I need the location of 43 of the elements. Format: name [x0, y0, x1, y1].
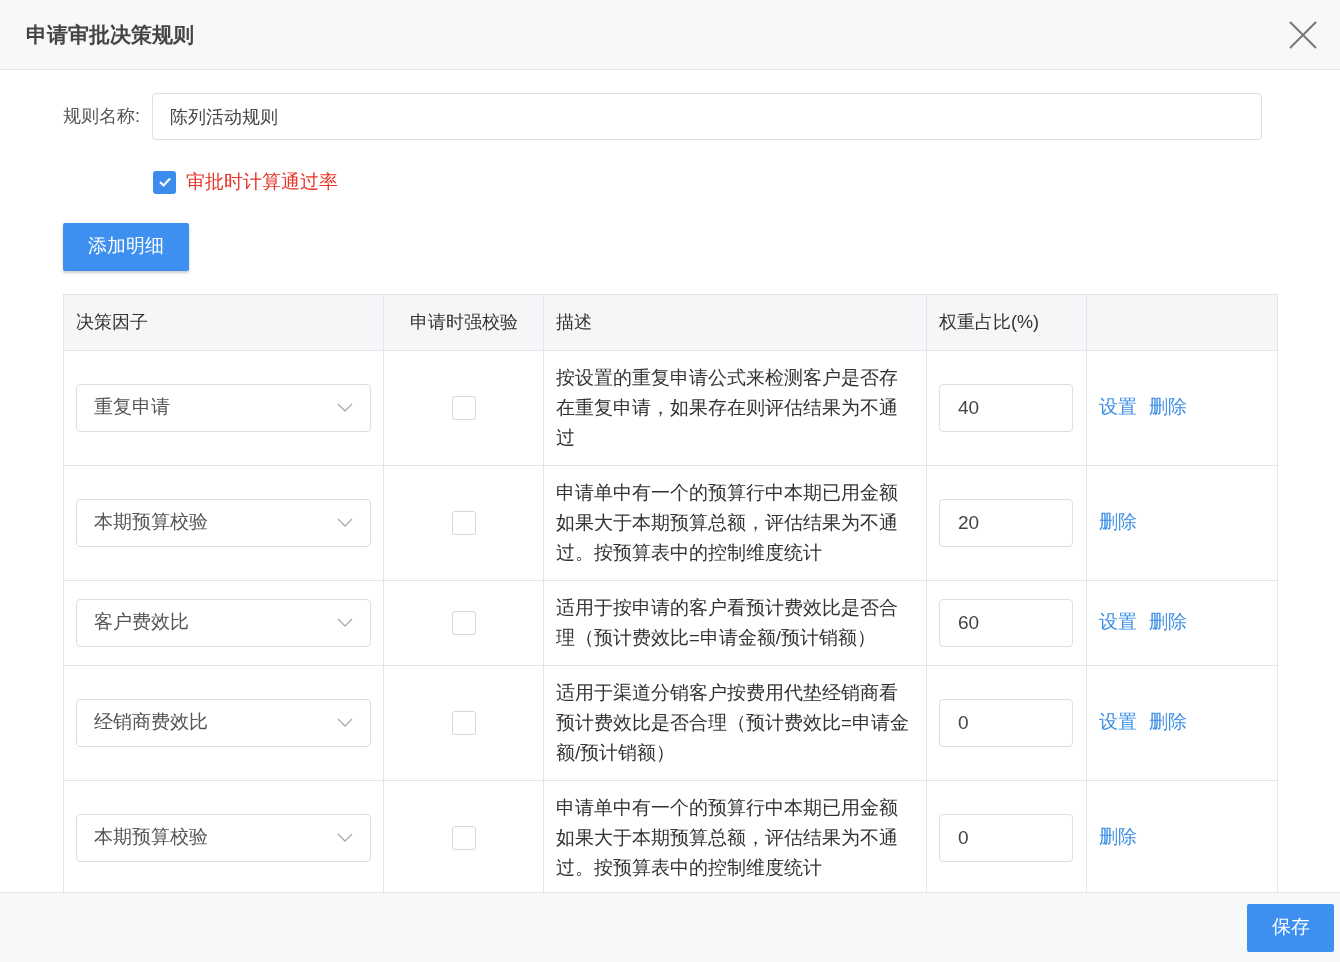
action-link[interactable]: 删除: [1099, 823, 1137, 852]
column-header: 权重占比(%): [926, 294, 1087, 350]
close-icon[interactable]: [1288, 19, 1318, 50]
chevron-down-icon: [337, 517, 353, 528]
column-header: 决策因子: [63, 294, 384, 350]
weight-field[interactable]: 0: [939, 813, 1073, 862]
checkbox[interactable]: [451, 826, 476, 851]
chevron-down-icon: [337, 617, 353, 628]
checkbox[interactable]: [451, 396, 476, 421]
column-header: 描述: [543, 294, 927, 350]
checkbox[interactable]: [153, 170, 176, 194]
factor-select[interactable]: 重复申请: [76, 383, 371, 432]
description-text: 适用于渠道分销客户按费用代垫经销商看预计费效比是否合理（预计费效比=申请金额/预计销额）: [556, 680, 910, 765]
description-text: 申请单中有一个的预算行中本期已用金额如果大于本期预算总额，评估结果为不通过。按预算表中的控制维度统计: [556, 480, 899, 565]
weight-field[interactable]: 20: [939, 498, 1073, 547]
chevron-down-icon: [337, 402, 353, 413]
description-text: 申请单中有一个的预算行中本期已用金额如果大于本期预算总额，评估结果为不通过。按预算表中的控制维度统计: [556, 795, 899, 880]
factor-select[interactable]: 经销商费效比: [76, 698, 371, 747]
dialog-title: 申请审批决策规则: [26, 21, 194, 48]
action-link[interactable]: 删除: [1149, 393, 1187, 422]
weight-field[interactable]: 40: [939, 383, 1073, 432]
action-link[interactable]: 删除: [1099, 508, 1137, 537]
column-header: 申请时强校验: [383, 294, 544, 350]
factor-select[interactable]: 本期预算校验: [76, 813, 371, 862]
field-label: 规则名称:: [63, 105, 141, 128]
factor-select[interactable]: 客户费效比: [76, 598, 371, 647]
chevron-down-icon: [337, 717, 353, 728]
weight-field[interactable]: 0: [939, 698, 1073, 747]
checkbox[interactable]: [451, 611, 476, 636]
factor-select[interactable]: 本期预算校验: [76, 498, 371, 547]
action-link[interactable]: 设置: [1099, 708, 1137, 737]
description-text: 按设置的重复申请公式来检测客户是否存在重复申请，如果存在则评估结果为不通过: [556, 365, 899, 450]
action-link[interactable]: 设置: [1099, 608, 1137, 637]
checkbox[interactable]: [451, 711, 476, 736]
description-text: 适用于按申请的客户看预计费效比是否合理（预计费效比=申请金额/预计销额）: [556, 595, 899, 650]
action-link[interactable]: 删除: [1149, 608, 1187, 637]
checkbox[interactable]: [451, 511, 476, 536]
action-link[interactable]: 删除: [1149, 708, 1187, 737]
rule-name-field[interactable]: 陈列活动规则: [152, 93, 1262, 140]
action-link[interactable]: 设置: [1099, 393, 1137, 422]
weight-field[interactable]: 60: [939, 598, 1073, 647]
checkbox-label: 审批时计算通过率: [186, 170, 338, 194]
chevron-down-icon: [337, 832, 353, 843]
